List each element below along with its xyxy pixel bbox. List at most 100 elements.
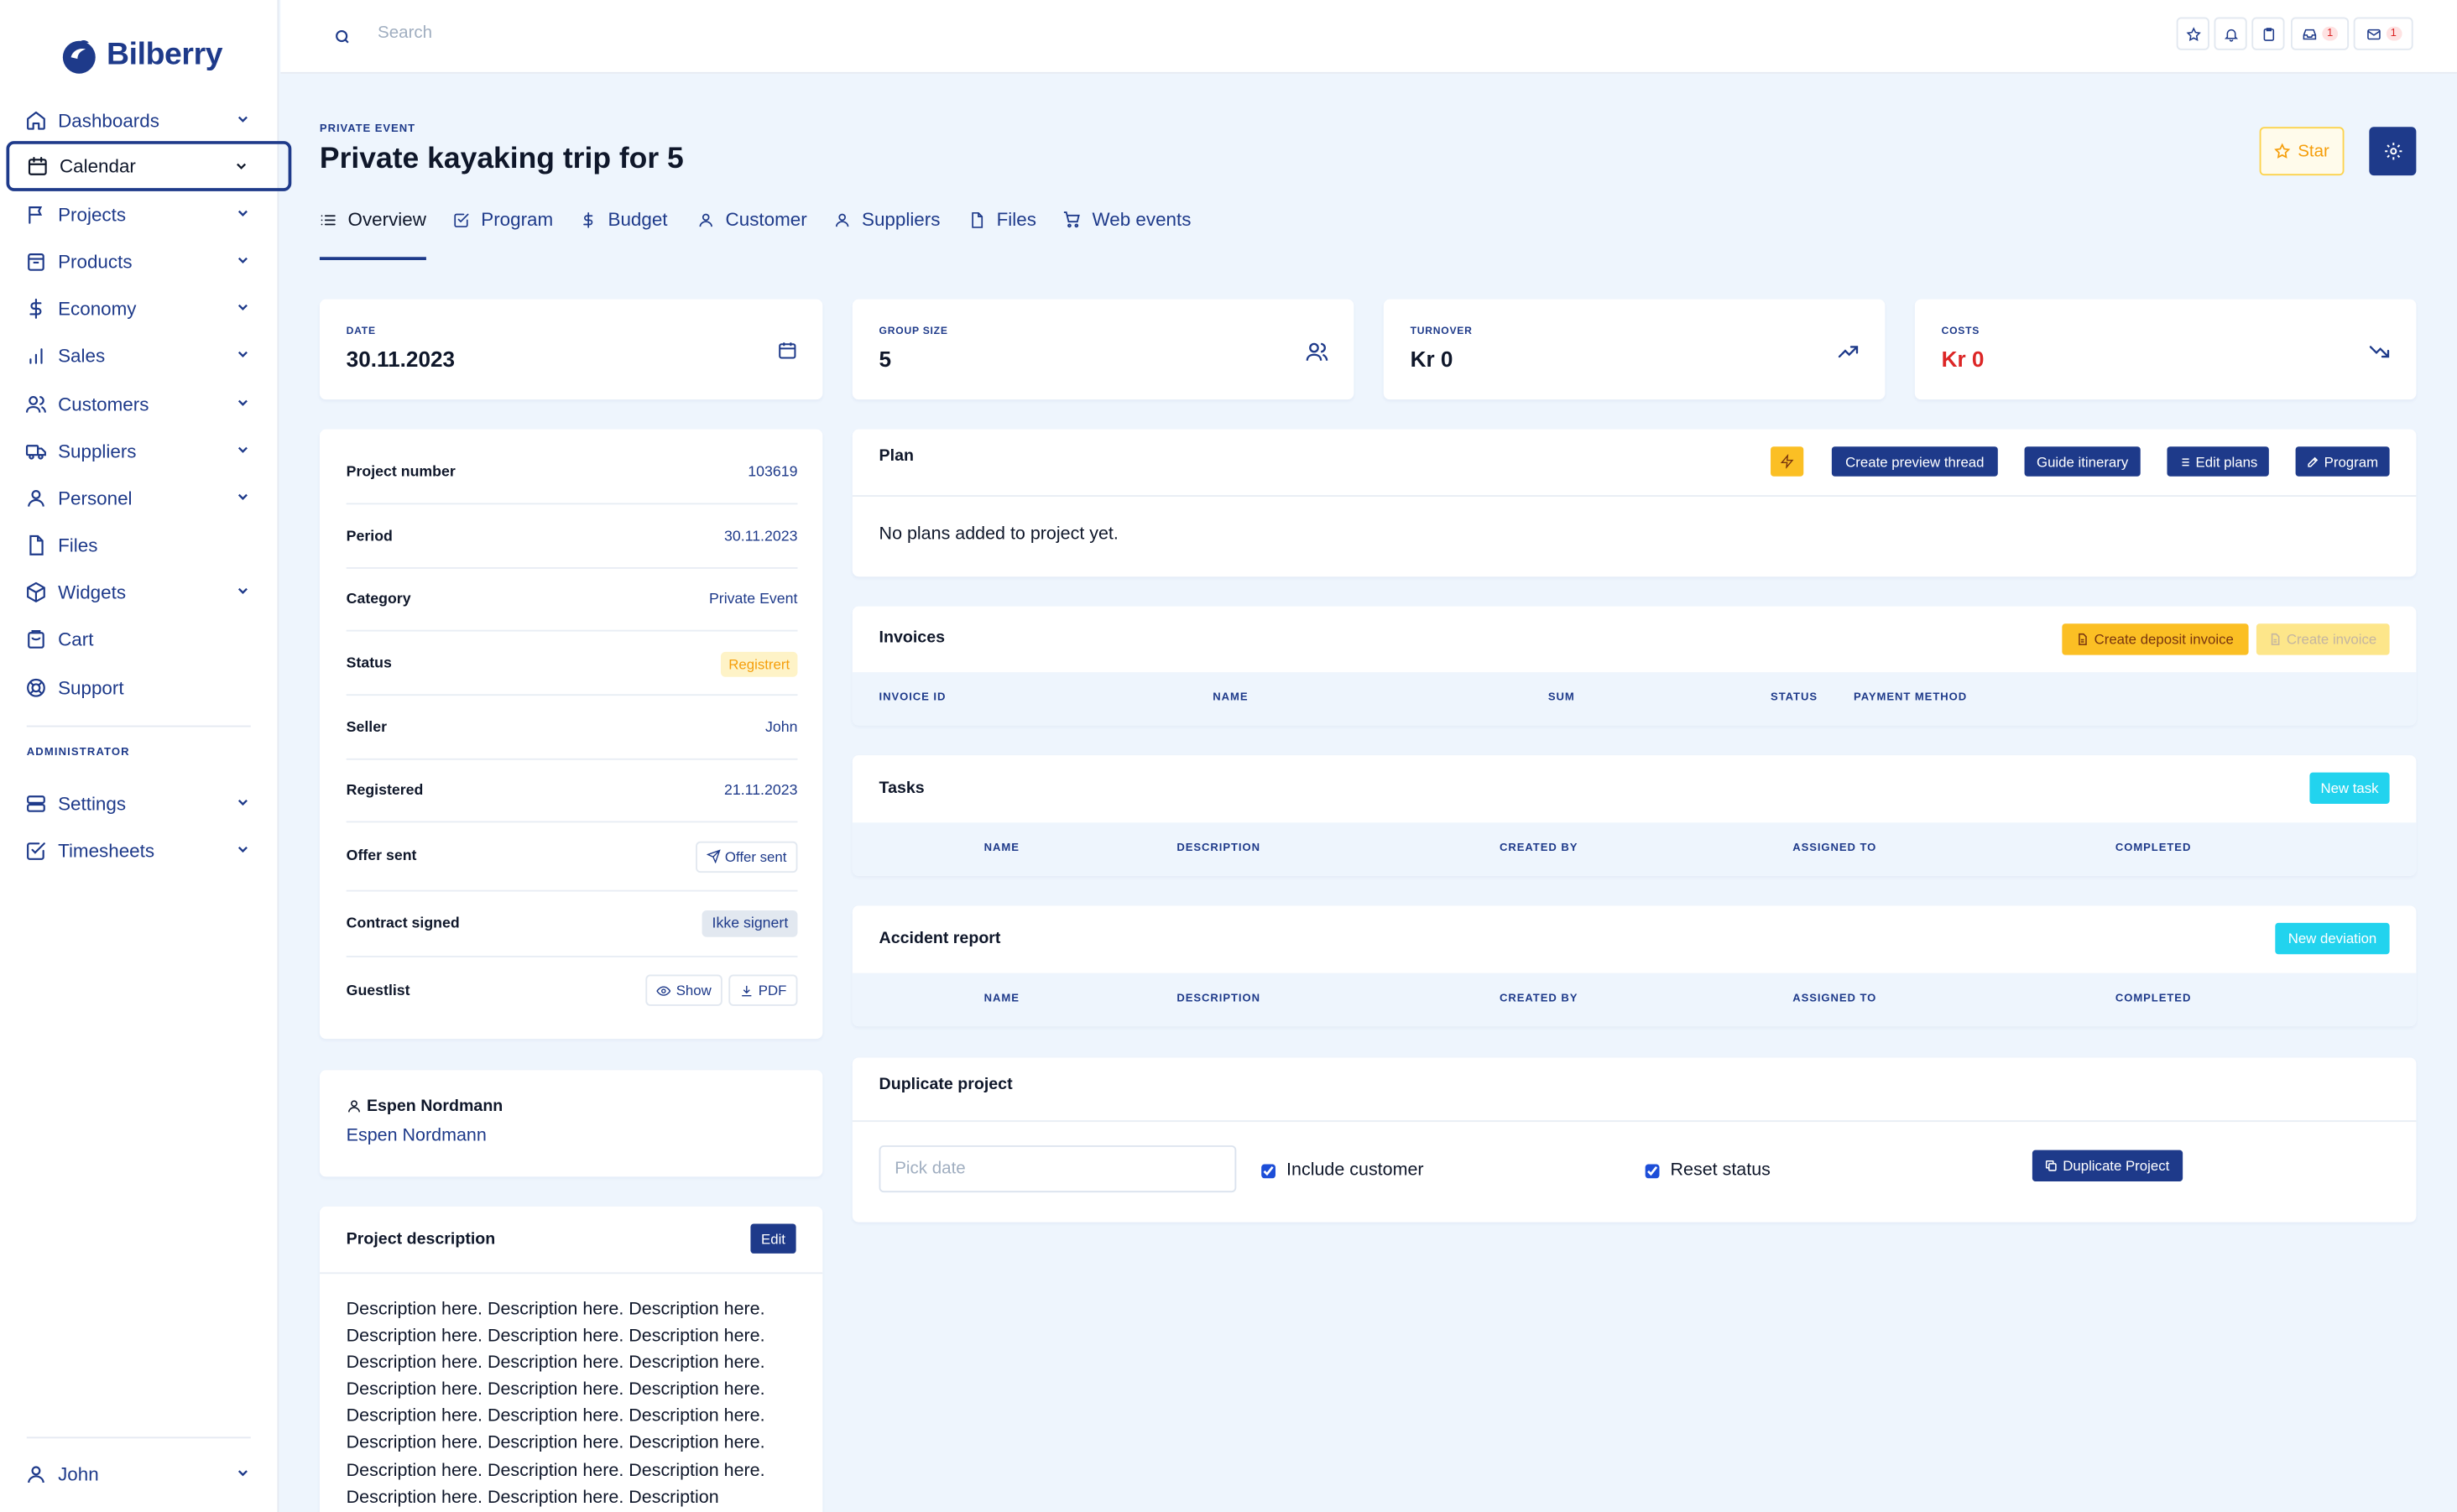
stat-label: TURNOVER: [1410, 326, 1473, 337]
tab-budget[interactable]: Budget: [580, 206, 668, 232]
sidebar-item-label: Suppliers: [58, 440, 137, 462]
sidebar: Bilberry Dashboards Calendar Projects Pr…: [0, 0, 292, 1512]
settings-button[interactable]: [2369, 127, 2417, 176]
offer-sent-button[interactable]: Offer sent: [695, 840, 798, 873]
tab-label: Suppliers: [862, 208, 941, 231]
edit-description-button[interactable]: Edit: [750, 1223, 796, 1254]
customer-card: Espen Nordmann Espen Nordmann: [319, 1070, 823, 1177]
sidebar-item-label: Dashboards: [58, 109, 159, 132]
tab-label: Budget: [608, 208, 668, 231]
tab-web-events[interactable]: Web events: [1062, 206, 1191, 232]
sidebar-item-settings[interactable]: Settings: [6, 779, 291, 829]
card-title: Project description: [346, 1229, 496, 1249]
create-invoice-button[interactable]: Create invoice: [2256, 623, 2390, 655]
column-header: ASSIGNED TO: [1792, 842, 1877, 854]
sidebar-item-files[interactable]: Files: [6, 520, 291, 571]
page-title: Private kayaking trip for 5: [319, 142, 684, 176]
tab-customer[interactable]: Customer: [697, 206, 807, 232]
new-deviation-button[interactable]: New deviation: [2275, 922, 2390, 955]
guide-itinerary-button[interactable]: Guide itinerary: [2024, 446, 2141, 477]
create-deposit-invoice-button[interactable]: Create deposit invoice: [2062, 623, 2249, 655]
card-title: Plan: [879, 446, 914, 466]
sidebar-item-products[interactable]: Products: [6, 237, 291, 287]
show-guestlist-button[interactable]: Show: [646, 974, 722, 1006]
sidebar-item-personel[interactable]: Personel: [6, 473, 291, 524]
prop-label: Seller: [346, 719, 388, 737]
card-title: Accident report: [879, 929, 1001, 948]
admin-section-label: ADMINISTRATOR: [26, 747, 130, 759]
stat-label: GROUP SIZE: [879, 326, 948, 337]
reset-status-check[interactable]: [1645, 1163, 1660, 1178]
sidebar-item-label: Projects: [58, 203, 127, 226]
trending-down-icon: [2369, 346, 2390, 358]
sidebar-item-dashboards[interactable]: Dashboards: [6, 96, 291, 146]
sidebar-item-timesheets[interactable]: Timesheets: [6, 826, 291, 876]
tab-files[interactable]: Files: [968, 206, 1036, 232]
sidebar-item-label: Support: [58, 676, 124, 699]
star-button[interactable]: Star: [2259, 127, 2345, 176]
reset-status-checkbox[interactable]: Reset status: [1645, 1161, 1771, 1180]
pdf-guestlist-button[interactable]: PDF: [728, 974, 798, 1006]
users-icon: [25, 395, 46, 413]
status-row: Status Registrert: [346, 633, 798, 696]
cart-icon: [28, 630, 44, 649]
plan-empty-message: No plans added to project yet.: [879, 524, 1119, 544]
pick-date-input[interactable]: [879, 1145, 1237, 1193]
card-title: Tasks: [879, 779, 925, 798]
show-label: Show: [676, 982, 712, 998]
prop-label: Guestlist: [346, 981, 410, 999]
sidebar-item-label: Products: [58, 250, 133, 273]
program-button[interactable]: Program: [2295, 446, 2390, 477]
duplicate-project-button[interactable]: Duplicate Project: [2032, 1150, 2183, 1182]
offer-sent-label: Offer sent: [724, 848, 787, 864]
tab-suppliers[interactable]: Suppliers: [833, 206, 940, 232]
inbox-button[interactable]: 1: [2290, 17, 2350, 50]
chevron-down-icon: [237, 304, 248, 310]
column-header: ASSIGNED TO: [1792, 993, 1877, 1005]
sidebar-user-menu[interactable]: John: [6, 1449, 291, 1499]
tab-label: Files: [996, 208, 1036, 231]
cart-icon: [1063, 211, 1080, 228]
sidebar-item-projects[interactable]: Projects: [6, 190, 291, 240]
sidebar-item-suppliers[interactable]: Suppliers: [6, 426, 291, 477]
favorites-button[interactable]: [2176, 17, 2209, 50]
new-task-button[interactable]: New task: [2309, 772, 2390, 804]
clipboard-button[interactable]: [2251, 17, 2285, 50]
sidebar-item-label: Cart: [58, 628, 94, 650]
star-label: Star: [2298, 141, 2329, 161]
stat-value: Kr 0: [1941, 346, 1985, 372]
file-icon: [972, 211, 983, 227]
customer-link[interactable]: Espen Nordmann: [347, 1127, 487, 1145]
registered-value: 21.11.2023: [723, 781, 798, 800]
customer-name: Espen Nordmann: [366, 1097, 503, 1116]
sidebar-divider: [26, 1436, 251, 1439]
brand-logo[interactable]: Bilberry: [60, 36, 223, 76]
create-preview-thread-button[interactable]: Create preview thread: [1831, 446, 1998, 477]
edit-plans-button[interactable]: Edit plans: [2167, 446, 2269, 477]
tab-label: Web events: [1092, 208, 1192, 231]
active-tab-indicator: [319, 257, 426, 260]
column-header: CREATED BY: [1500, 842, 1578, 854]
search-input[interactable]: [378, 23, 848, 43]
sidebar-item-calendar[interactable]: Calendar: [6, 141, 292, 191]
sidebar-item-customers[interactable]: Customers: [6, 379, 291, 430]
column-header: STATUS: [1771, 692, 1818, 704]
include-customer-checkbox[interactable]: Include customer: [1261, 1161, 1424, 1180]
tab-overview[interactable]: Overview: [320, 206, 426, 232]
sidebar-item-label: Timesheets: [58, 839, 155, 863]
sidebar-item-cart[interactable]: Cart: [6, 614, 291, 665]
chevron-down-icon: [237, 210, 248, 216]
include-customer-check[interactable]: [1261, 1163, 1275, 1178]
quick-action-button[interactable]: [1771, 446, 1804, 477]
calendar-icon: [28, 157, 47, 175]
sidebar-item-economy[interactable]: Economy: [6, 284, 291, 334]
mail-button[interactable]: 1: [2353, 17, 2413, 50]
user-icon: [28, 490, 44, 507]
sidebar-item-sales[interactable]: Sales: [6, 331, 291, 381]
notifications-button[interactable]: [2214, 17, 2247, 50]
stat-value: Kr 0: [1410, 346, 1453, 372]
sidebar-item-widgets[interactable]: Widgets: [6, 567, 291, 618]
sidebar-item-support[interactable]: Support: [6, 663, 291, 713]
chevron-down-icon: [237, 587, 248, 594]
tab-program[interactable]: Program: [453, 206, 553, 232]
